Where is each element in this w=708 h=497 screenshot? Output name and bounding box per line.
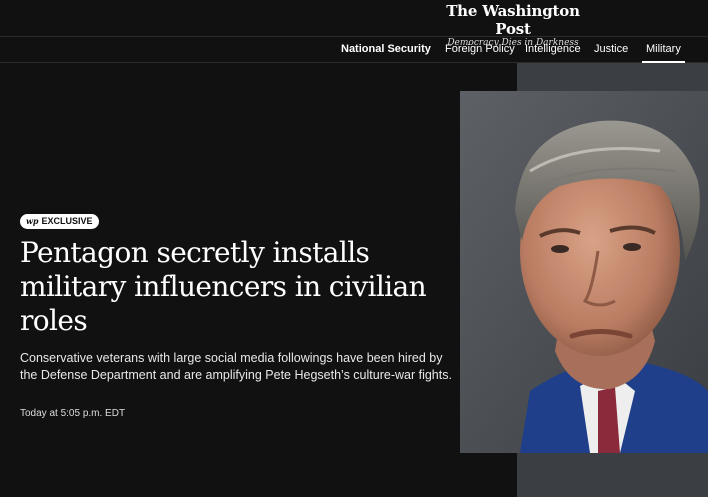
section-nav: National Security Foreign Policy Intelli… xyxy=(0,36,708,63)
nav-item-foreign-policy[interactable]: Foreign Policy xyxy=(445,42,515,56)
site-logo-title: The Washington Post xyxy=(446,2,580,38)
nav-item-justice[interactable]: Justice xyxy=(594,42,628,56)
article-dek: Conservative veterans with large social … xyxy=(20,351,452,382)
masthead: The Washington Post Democracy Dies in Da… xyxy=(0,0,708,48)
article-timestamp: Today at 5:05 p.m. EDT xyxy=(20,408,126,419)
nav-item-intelligence[interactable]: Intelligence xyxy=(525,42,581,56)
exclusive-badge: wp EXCLUSIVE xyxy=(20,214,99,229)
wp-logo-icon: wp xyxy=(26,216,39,226)
article-headline[interactable]: Pentagon secretly installs military infl… xyxy=(20,236,450,338)
badge-label: EXCLUSIVE xyxy=(41,216,93,226)
portrait-illustration xyxy=(460,91,708,453)
nav-item-national-security[interactable]: National Security xyxy=(341,42,431,56)
article-photo[interactable] xyxy=(460,91,708,453)
nav-item-military[interactable]: Military xyxy=(642,42,685,63)
